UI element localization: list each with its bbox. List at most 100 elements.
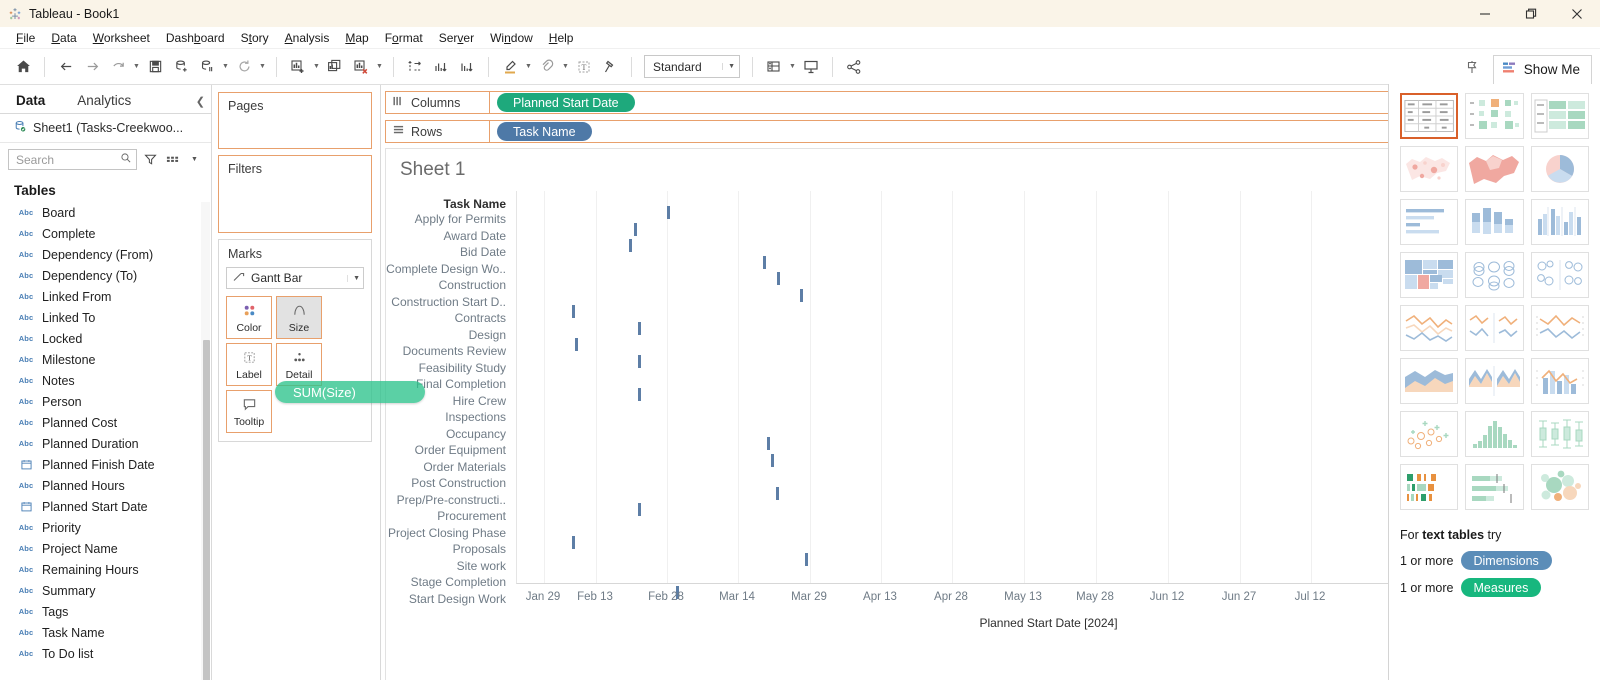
badge-icon[interactable] (1459, 54, 1485, 80)
show-me-text-table[interactable] (1400, 93, 1459, 139)
chevron-down-icon[interactable]: ▼ (186, 150, 203, 169)
marks-detail-button[interactable]: Detail (276, 343, 322, 386)
forward-arrow-icon[interactable] (79, 54, 105, 80)
field-item[interactable]: Abc Milestone (0, 349, 211, 370)
show-me-highlight-table[interactable] (1530, 93, 1589, 139)
field-item[interactable]: Abc Linked From (0, 286, 211, 307)
presentation-pin-icon[interactable] (597, 54, 623, 80)
duplicate-sheet-icon[interactable] (322, 54, 348, 80)
funnel-icon[interactable] (142, 150, 159, 169)
field-item[interactable]: Abc Task Name (0, 622, 211, 643)
row-label[interactable]: Post Construction (386, 476, 506, 490)
presentation-mode-icon[interactable] (798, 54, 824, 80)
show-me-scatter-plot[interactable] (1400, 411, 1459, 457)
row-label[interactable]: Bid Date (386, 245, 506, 259)
row-label[interactable]: Project Closing Phase (386, 526, 506, 540)
show-me-filled-map[interactable] (1465, 146, 1524, 192)
gantt-mark[interactable] (634, 222, 637, 236)
gantt-mark[interactable] (667, 206, 670, 219)
maximize-icon[interactable] (1508, 0, 1554, 27)
row-label[interactable]: Occupancy (386, 427, 506, 441)
field-item[interactable]: Abc Planned Cost (0, 412, 211, 433)
show-me-area-charts-continuous[interactable] (1400, 358, 1459, 404)
new-worksheet-caret-icon[interactable]: ▼ (311, 54, 322, 80)
row-label[interactable]: Complete Design Wo.. (386, 262, 506, 276)
show-me-gantt-chart[interactable] (1400, 464, 1459, 510)
pause-refresh-icon[interactable] (194, 54, 220, 80)
back-arrow-icon[interactable] (53, 54, 79, 80)
pill-task-name[interactable]: Task Name (497, 122, 592, 141)
gantt-mark[interactable] (776, 486, 779, 500)
new-data-source-icon[interactable] (168, 54, 194, 80)
totals-icon[interactable] (761, 54, 787, 80)
row-label[interactable]: Award Date (386, 229, 506, 243)
row-label[interactable]: Procurement (386, 509, 506, 523)
gantt-mark[interactable] (638, 503, 641, 516)
swap-rows-cols-icon[interactable] (402, 54, 428, 80)
pause-caret-icon[interactable]: ▼ (220, 54, 231, 80)
menu-server[interactable]: Server (431, 29, 482, 47)
marks-tooltip-button[interactable]: Tooltip (226, 390, 272, 433)
menu-dashboard[interactable]: Dashboard (158, 29, 233, 47)
save-icon[interactable] (142, 54, 168, 80)
fit-dropdown[interactable]: Standard ▼ (644, 55, 740, 78)
undo-icon[interactable] (105, 54, 131, 80)
chevron-left-icon[interactable]: ❮ (196, 95, 205, 108)
gantt-mark[interactable] (777, 272, 780, 285)
show-me-box-and-whisker[interactable] (1530, 411, 1589, 457)
show-me-treemap[interactable] (1400, 252, 1459, 298)
grid-view-icon[interactable] (164, 150, 181, 169)
pill-planned-start-date[interactable]: Planned Start Date (497, 93, 635, 112)
undo-caret-icon[interactable]: ▼ (131, 54, 142, 80)
show-me-stacked-bars[interactable] (1465, 199, 1524, 245)
field-item[interactable]: Abc Planned Duration (0, 433, 211, 454)
menu-format[interactable]: Format (377, 29, 431, 47)
gantt-mark[interactable] (575, 338, 578, 351)
show-me-histogram[interactable] (1465, 411, 1524, 457)
gantt-mark[interactable] (763, 255, 766, 269)
row-label[interactable]: Order Materials (386, 460, 506, 474)
row-label[interactable]: Prep/Pre-constructi.. (386, 493, 506, 507)
show-me-symbol-map[interactable] (1400, 146, 1459, 192)
show-me-side-by-side-bars[interactable] (1530, 199, 1589, 245)
sort-descending-icon[interactable] (454, 54, 480, 80)
gantt-mark[interactable] (572, 305, 575, 318)
show-me-bullet-graph[interactable] (1465, 464, 1524, 510)
gantt-mark[interactable] (767, 437, 770, 450)
filters-shelf[interactable]: Filters (218, 155, 372, 233)
menu-map[interactable]: Map (337, 29, 376, 47)
refresh-caret-icon[interactable]: ▼ (257, 54, 268, 80)
row-label[interactable]: Contracts (386, 311, 506, 325)
menu-data[interactable]: Data (43, 29, 84, 47)
gantt-mark[interactable] (805, 552, 808, 566)
show-me-heat-map[interactable] (1465, 93, 1524, 139)
field-item[interactable]: Abc Remaining Hours (0, 559, 211, 580)
share-icon[interactable] (841, 54, 867, 80)
show-me-side-by-side-circles[interactable] (1530, 252, 1589, 298)
clear-sheet-icon[interactable] (348, 54, 374, 80)
row-label[interactable]: Start Design Work (386, 592, 506, 606)
field-item[interactable]: Abc Person (0, 391, 211, 412)
tab-data[interactable]: Data (0, 89, 61, 113)
field-item[interactable]: Abc To Do list (0, 643, 211, 664)
field-item[interactable]: Abc Dependency (From) (0, 244, 211, 265)
show-me-horizontal-bars[interactable] (1400, 199, 1459, 245)
text-mark-label-icon[interactable]: T (571, 54, 597, 80)
marks-size-button[interactable]: Size (276, 296, 322, 339)
field-item[interactable]: Abc Board (0, 202, 211, 223)
menu-window[interactable]: Window (482, 29, 541, 47)
drag-ghost-pill[interactable]: SUM(Size) (275, 381, 425, 403)
field-item[interactable]: Abc Notes (0, 370, 211, 391)
row-label[interactable]: Proposals (386, 542, 506, 556)
pages-shelf[interactable]: Pages (218, 92, 372, 149)
field-item[interactable]: Abc Priority (0, 517, 211, 538)
minimize-icon[interactable] (1462, 0, 1508, 27)
row-label[interactable]: Stage Completion (386, 575, 506, 589)
field-item[interactable]: Abc Locked (0, 328, 211, 349)
clear-sheet-caret-icon[interactable]: ▼ (374, 54, 385, 80)
sort-ascending-icon[interactable] (428, 54, 454, 80)
row-label[interactable]: Apply for Permits (386, 212, 506, 226)
marks-type-dropdown[interactable]: Gantt Bar ▼ (226, 267, 364, 289)
menu-worksheet[interactable]: Worksheet (85, 29, 158, 47)
highlighter-icon[interactable] (497, 54, 523, 80)
